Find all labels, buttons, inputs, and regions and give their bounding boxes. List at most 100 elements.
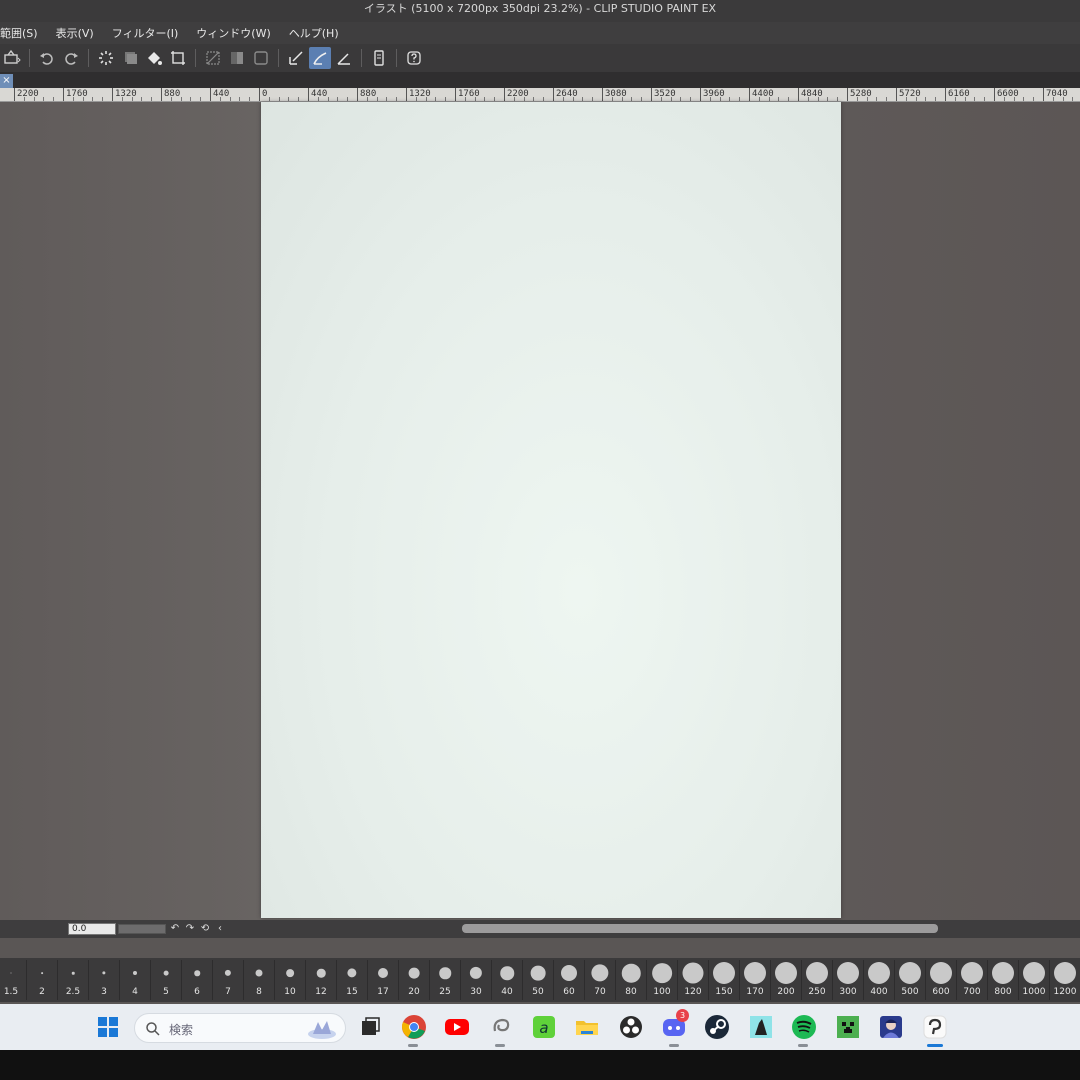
task-view-icon[interactable] <box>356 1013 384 1041</box>
brush-size-option[interactable]: 3 <box>89 960 120 1000</box>
brush-size-option[interactable]: 6 <box>182 960 213 1000</box>
app-figure-icon[interactable] <box>747 1013 775 1041</box>
brush-size-option[interactable]: 50 <box>523 960 554 1000</box>
brush-size-option[interactable]: 40 <box>492 960 523 1000</box>
brush-size-option[interactable]: 70 <box>585 960 616 1000</box>
steam-icon[interactable] <box>703 1013 731 1041</box>
fill-icon[interactable] <box>143 47 165 69</box>
brush-size-option[interactable]: 100 <box>647 960 678 1000</box>
pen-correction-icon[interactable] <box>309 47 331 69</box>
loading-icon[interactable] <box>95 47 117 69</box>
rotate-right-icon[interactable]: ↷ <box>184 923 196 935</box>
ruler-minor-tick <box>249 97 251 101</box>
help-icon[interactable] <box>403 47 425 69</box>
ruler-major-tick <box>602 88 603 101</box>
brush-size-option[interactable]: 700 <box>957 960 988 1000</box>
brush-size-option[interactable]: 7 <box>213 960 244 1000</box>
tab-close-icon[interactable]: × <box>0 74 13 88</box>
brush-size-option[interactable]: 400 <box>864 960 895 1000</box>
undo-icon[interactable] <box>36 47 58 69</box>
svg-text:a: a <box>539 1019 548 1037</box>
obs-icon[interactable] <box>617 1013 645 1041</box>
discord-icon[interactable]: 3 <box>660 1009 689 1041</box>
app-a-icon[interactable]: a <box>530 1013 558 1041</box>
ruler-minor-tick <box>1023 97 1025 101</box>
brush-size-option[interactable]: 25 <box>430 960 461 1000</box>
brush-size-dot <box>837 962 859 984</box>
ruler-minor-tick <box>102 97 104 101</box>
brush-size-option[interactable]: 4 <box>120 960 151 1000</box>
windows-start-icon[interactable] <box>94 1013 122 1041</box>
canvas-paper[interactable] <box>261 102 841 918</box>
brush-size-dot <box>378 968 388 978</box>
brush-size-option[interactable]: 30 <box>461 960 492 1000</box>
device-icon[interactable] <box>368 47 390 69</box>
zoom-input[interactable]: 0.0 <box>68 923 116 935</box>
save-icon[interactable] <box>1 47 23 69</box>
brush-size-option[interactable]: 500 <box>895 960 926 1000</box>
youtube-icon[interactable] <box>443 1013 471 1041</box>
reset-rotation-icon[interactable]: ⟲ <box>199 923 211 935</box>
brush-size-label: 25 <box>439 987 451 997</box>
canvas-workspace[interactable] <box>0 102 1080 922</box>
brush-size-option[interactable]: 12 <box>306 960 337 1000</box>
brush-size-option[interactable]: 150 <box>709 960 740 1000</box>
invert-icon[interactable] <box>226 47 248 69</box>
clip-studio-icon[interactable] <box>921 1013 949 1041</box>
minecraft-icon[interactable] <box>834 1013 862 1041</box>
brush-size-dot <box>224 969 232 977</box>
menu-window[interactable]: ウィンドウ(W) <box>187 25 279 41</box>
brush-size-option[interactable]: 120 <box>678 960 709 1000</box>
search-icon <box>146 1022 160 1036</box>
crop-icon[interactable] <box>167 47 189 69</box>
chrome-icon[interactable] <box>400 1013 428 1041</box>
horizontal-scrollbar[interactable] <box>462 924 938 933</box>
ruler-minor-tick <box>876 97 878 101</box>
brush-size-option[interactable]: 800 <box>988 960 1019 1000</box>
ruler-minor-tick <box>837 97 839 101</box>
brush-size-option[interactable]: 2.5 <box>58 960 89 1000</box>
ruler-snap-icon[interactable] <box>285 47 307 69</box>
brush-size-option[interactable]: 1200 <box>1050 960 1080 1000</box>
flip-icon[interactable]: ‹ <box>214 923 226 935</box>
rotate-left-icon[interactable]: ↶ <box>169 923 181 935</box>
brush-size-label: 30 <box>470 987 482 997</box>
ruler-major-tick <box>406 88 407 101</box>
brush-size-option[interactable]: 300 <box>833 960 864 1000</box>
brush-size-option[interactable]: 1.5 <box>0 960 27 1000</box>
brush-size-option[interactable]: 8 <box>244 960 275 1000</box>
brush-size-option[interactable]: 250 <box>802 960 833 1000</box>
brush-size-option[interactable]: 170 <box>740 960 771 1000</box>
ruler-label: 1760 <box>458 89 480 99</box>
brush-size-option[interactable]: 5 <box>151 960 182 1000</box>
vector-icon[interactable] <box>333 47 355 69</box>
spotify-icon[interactable] <box>790 1013 818 1041</box>
brush-size-option[interactable]: 10 <box>275 960 306 1000</box>
game-avatar-icon[interactable] <box>877 1013 905 1041</box>
deselect-icon[interactable] <box>202 47 224 69</box>
brush-size-dot <box>194 970 200 976</box>
brush-size-option[interactable]: 20 <box>399 960 430 1000</box>
brush-size-option[interactable]: 200 <box>771 960 802 1000</box>
brush-size-option[interactable]: 17 <box>368 960 399 1000</box>
taskbar-search[interactable]: 検索 <box>134 1013 346 1043</box>
menu-view[interactable]: 表示(V) <box>47 25 103 41</box>
menu-filter[interactable]: フィルター(I) <box>103 25 188 41</box>
ruler-minor-tick <box>778 97 780 101</box>
menu-help[interactable]: ヘルプ(H) <box>280 25 348 41</box>
app-swirl-icon[interactable] <box>487 1013 515 1041</box>
brush-size-option[interactable]: 15 <box>337 960 368 1000</box>
brush-size-option[interactable]: 2 <box>27 960 58 1000</box>
brush-size-option[interactable]: 60 <box>554 960 585 1000</box>
redo-icon[interactable] <box>60 47 82 69</box>
ruler-label: 6160 <box>948 89 970 99</box>
file-explorer-icon[interactable] <box>573 1013 601 1041</box>
zoom-slider[interactable] <box>118 924 166 934</box>
brush-size-label: 20 <box>408 987 420 997</box>
brush-size-option[interactable]: 1000 <box>1019 960 1050 1000</box>
mask-icon[interactable] <box>250 47 272 69</box>
layer-icon[interactable] <box>119 47 141 69</box>
brush-size-option[interactable]: 80 <box>616 960 647 1000</box>
brush-size-option[interactable]: 600 <box>926 960 957 1000</box>
menu-selection[interactable]: 範囲(S) <box>0 25 47 41</box>
